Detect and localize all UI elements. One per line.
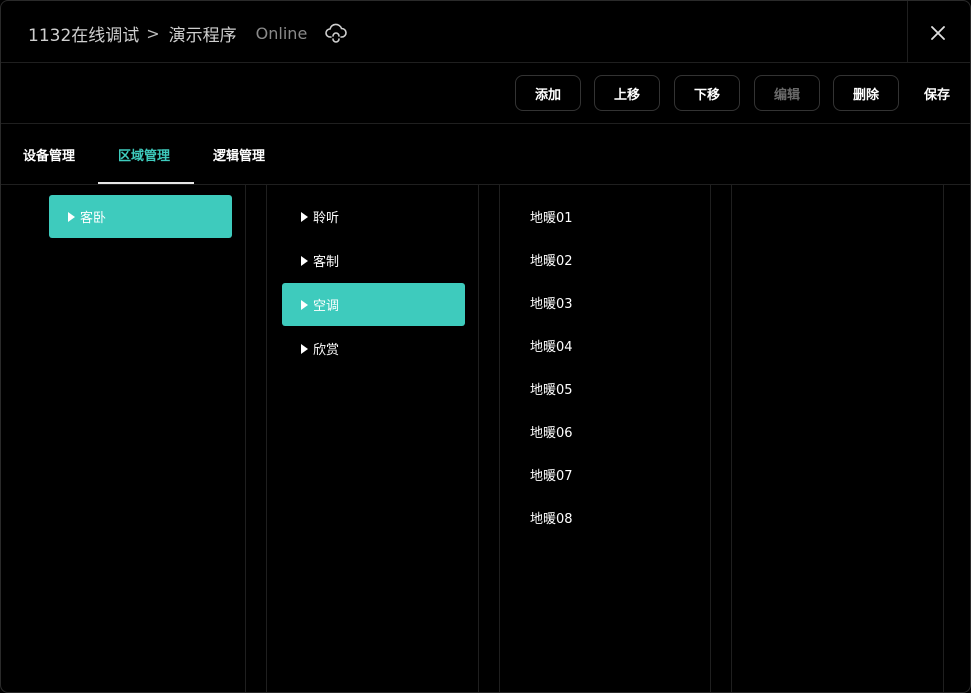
expand-triangle-icon [301,343,308,354]
subsystem-item[interactable]: 客制 [282,239,465,282]
toolbar: 添加 上移 下移 编辑 删除 保存 [1,63,970,124]
column-divider [499,185,500,692]
expand-triangle-icon [301,299,308,310]
move-down-button[interactable]: 下移 [674,75,740,111]
subsystem-item-label: 欣赏 [313,343,340,358]
device-item[interactable]: 地暖02 [530,250,573,269]
column-divider [943,185,944,692]
tab-device-management[interactable]: 设备管理 [23,124,75,184]
device-item[interactable]: 地暖08 [530,508,573,527]
breadcrumb-program: 演示程序 [168,25,237,46]
device-item[interactable]: 地暖07 [530,465,573,484]
add-button[interactable]: 添加 [515,75,581,111]
active-tab-indicator [98,182,194,184]
subsystem-item[interactable]: 聆听 [282,195,465,238]
breadcrumb: 1132在线调试 > 演示程序 Online [28,21,348,46]
subsystem-item-label: 空调 [313,299,340,314]
connection-status: Online [255,23,308,43]
save-button[interactable]: 保存 [915,75,959,111]
dialog-window: 1132在线调试 > 演示程序 Online 添加 上移 下移 编辑 删除 保存 [0,0,971,693]
area-item-label: 客卧 [80,211,107,226]
tab-bar: 设备管理 区域管理 逻辑管理 [1,124,970,185]
area-item[interactable]: 客卧 [49,195,232,238]
close-button[interactable] [927,22,949,44]
column-divider [710,185,711,692]
expand-triangle-icon [301,211,308,222]
breadcrumb-project[interactable]: 1132在线调试 [28,21,139,46]
close-icon [931,26,945,40]
subsystem-item[interactable]: 欣赏 [282,327,465,370]
tab-logic-management[interactable]: 逻辑管理 [213,124,265,184]
device-item[interactable]: 地暖06 [530,422,573,441]
device-item[interactable]: 地暖04 [530,336,573,355]
delete-button[interactable]: 删除 [833,75,899,111]
subsystem-item[interactable]: 空调 [282,283,465,326]
subsystem-item-label: 客制 [313,255,340,270]
cloud-sync-icon[interactable] [325,23,348,43]
device-item[interactable]: 地暖03 [530,293,573,312]
breadcrumb-separator: > [146,23,160,43]
move-up-button[interactable]: 上移 [594,75,660,111]
column-divider [245,185,246,692]
column-divider [266,185,267,692]
title-divider [907,1,908,62]
expand-triangle-icon [68,211,75,222]
tab-area-management[interactable]: 区域管理 [118,124,170,184]
edit-button[interactable]: 编辑 [754,75,820,111]
column-divider [478,185,479,692]
device-item[interactable]: 地暖01 [530,207,573,226]
title-bar: 1132在线调试 > 演示程序 Online [1,1,970,63]
column-divider [731,185,732,692]
subsystem-item-label: 聆听 [313,211,340,226]
expand-triangle-icon [301,255,308,266]
device-item[interactable]: 地暖05 [530,379,573,398]
